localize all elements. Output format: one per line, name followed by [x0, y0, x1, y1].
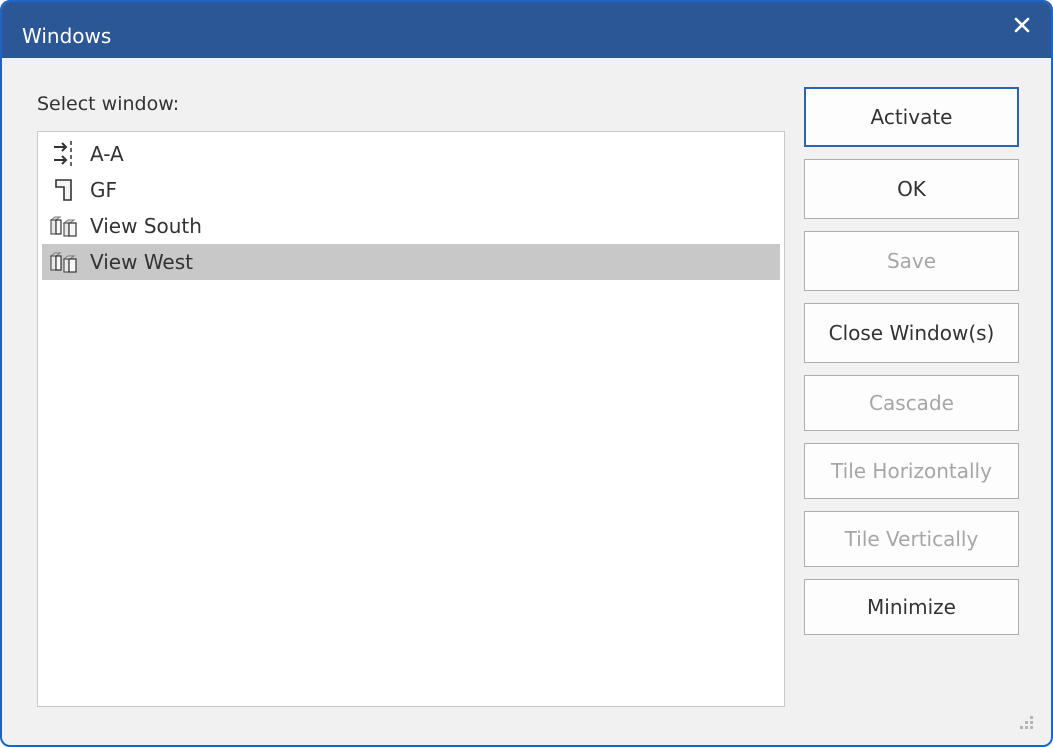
close-icon — [1014, 17, 1030, 33]
list-item-gf[interactable]: GF — [42, 172, 780, 208]
save-button[interactable]: Save — [804, 231, 1019, 291]
tile-horizontally-button[interactable]: Tile Horizontally — [804, 443, 1019, 499]
dialog-title: Windows — [22, 24, 112, 48]
floor-plan-icon — [42, 172, 86, 208]
select-window-label: Select window: — [37, 93, 180, 115]
cascade-button[interactable]: Cascade — [804, 375, 1019, 431]
close-button[interactable] — [1007, 10, 1037, 40]
list-item-label: A-A — [90, 142, 124, 166]
tile-vertically-button[interactable]: Tile Vertically — [804, 511, 1019, 567]
windows-dialog: Windows Select window: A-A GF View South… — [0, 0, 1053, 747]
list-item-view-south[interactable]: View South — [42, 208, 780, 244]
list-item-view-west[interactable]: View West — [42, 244, 780, 280]
close-windows-button[interactable]: Close Window(s) — [804, 303, 1019, 363]
section-view-icon — [42, 136, 86, 172]
window-listbox[interactable]: A-A GF View South View West — [37, 131, 785, 707]
list-item-a-a[interactable]: A-A — [42, 136, 780, 172]
elevation-view-icon — [42, 244, 86, 280]
list-item-label: View West — [90, 250, 193, 274]
title-bar[interactable]: Windows — [2, 2, 1051, 58]
ok-button[interactable]: OK — [804, 159, 1019, 219]
resize-grip-icon[interactable] — [1019, 715, 1035, 731]
list-item-label: View South — [90, 214, 202, 238]
activate-button[interactable]: Activate — [804, 87, 1019, 147]
elevation-view-icon — [42, 208, 86, 244]
list-item-label: GF — [90, 178, 118, 202]
minimize-button[interactable]: Minimize — [804, 579, 1019, 635]
